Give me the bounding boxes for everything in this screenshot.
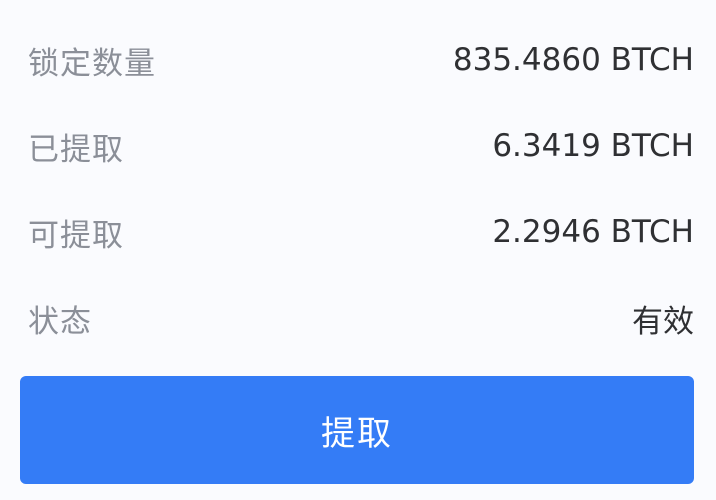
detail-value: 2.2946 BTCH	[492, 214, 694, 250]
detail-row-withdrawn: 已提取 6.3419 BTCH	[28, 103, 694, 189]
detail-row-status: 状态 有效	[28, 275, 694, 361]
detail-value: 6.3419 BTCH	[492, 128, 694, 164]
detail-row-available: 可提取 2.2946 BTCH	[28, 189, 694, 275]
detail-row-locked-amount: 锁定数量 835.4860 BTCH	[28, 17, 694, 103]
detail-label: 状态	[28, 303, 92, 340]
detail-label: 锁定数量	[28, 45, 156, 82]
asset-detail-panel: 锁定数量 835.4860 BTCH 已提取 6.3419 BTCH 可提取 2…	[0, 0, 716, 500]
detail-label: 已提取	[28, 131, 124, 168]
status-value: 有效	[632, 303, 694, 340]
withdraw-button[interactable]: 提取	[20, 376, 694, 484]
detail-value: 835.4860 BTCH	[452, 42, 694, 78]
detail-label: 可提取	[28, 217, 124, 254]
